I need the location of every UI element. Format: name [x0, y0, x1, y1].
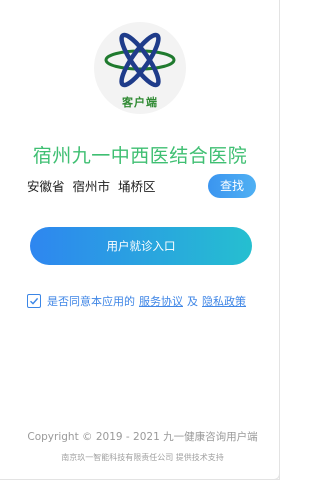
- copyright-text: Copyright © 2019 - 2021 九一健康咨询用户端: [27, 431, 258, 443]
- location-province: 安徽省: [27, 179, 65, 194]
- agreement-checkbox[interactable]: [27, 294, 41, 308]
- frame-border-bottom: [0, 479, 280, 480]
- atom-cross-logo-icon: 客户端: [94, 22, 186, 114]
- app-screen: 客户端 宿州九一中西医结合医院 安徽省 宿州市 埇桥区 查找 用户就诊入口 是否…: [0, 0, 285, 486]
- agreement-and: 及: [187, 295, 198, 308]
- agreement-prefix: 是否同意本应用的: [47, 295, 135, 308]
- privacy-policy-link[interactable]: 隐私政策: [202, 293, 246, 309]
- location-city: 宿州市: [72, 179, 111, 194]
- hospital-name: 宿州九一中西医结合医院: [32, 145, 248, 167]
- checkmark-icon: [30, 297, 39, 305]
- location-text: 安徽省 宿州市 埇桥区: [27, 176, 160, 195]
- patient-entry-button[interactable]: 用户就诊入口: [30, 227, 252, 265]
- location-district: 埇桥区: [118, 179, 156, 194]
- service-agreement-link[interactable]: 服务协议: [139, 293, 183, 309]
- logo-label: 客户端: [122, 96, 158, 109]
- tech-support-text: 南京玖一智能科技有限责任公司 提供技术支持: [61, 453, 224, 462]
- frame-border-right: [279, 0, 280, 480]
- agreement-row: 是否同意本应用的 服务协议 及 隐私政策: [27, 292, 250, 310]
- find-button[interactable]: 查找: [208, 174, 256, 198]
